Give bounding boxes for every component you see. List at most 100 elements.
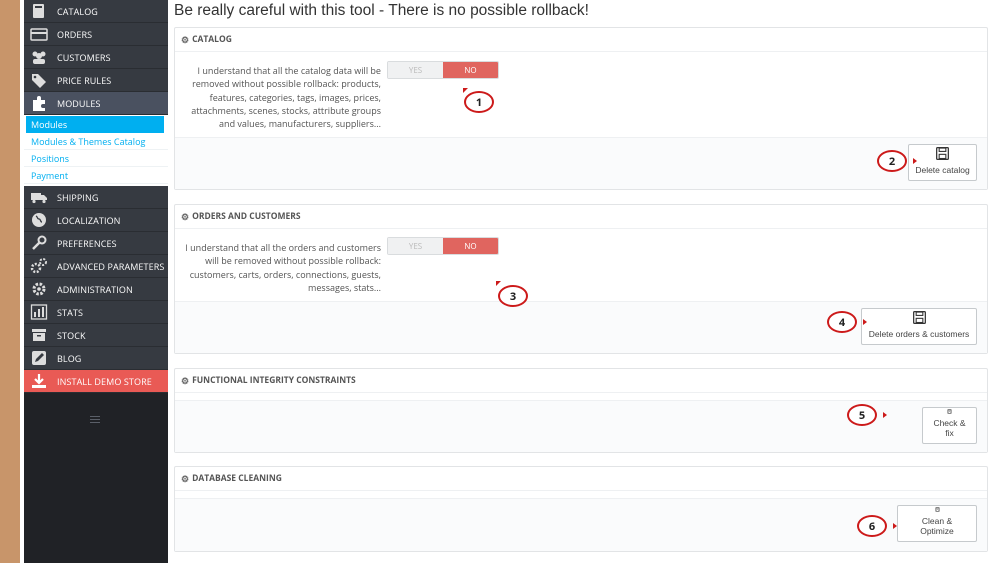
panel-title: DATABASE CLEANING bbox=[192, 473, 282, 484]
sidebar-item-label: BLOG bbox=[57, 351, 82, 365]
cogs-icon: ⚙ bbox=[181, 210, 190, 223]
price-rules-icon bbox=[29, 71, 49, 89]
sidebar-item-advanced-parameters[interactable]: ADVANCED PARAMETERS bbox=[24, 255, 168, 278]
sidebar-item-label: MODULES bbox=[57, 96, 101, 110]
page-title: Be really careful with this tool - There… bbox=[174, 2, 589, 19]
annotation-marker-5: 5 bbox=[847, 404, 877, 426]
advanced-parameters-icon bbox=[29, 257, 49, 275]
toggle-yes[interactable]: YES bbox=[388, 238, 443, 254]
delete-orders-customers-button[interactable]: Delete orders & customers bbox=[861, 308, 977, 345]
sidebar-item-label: ADMINISTRATION bbox=[57, 282, 133, 296]
catalog-panel: ⚙ CATALOG I understand that all the cata… bbox=[174, 27, 988, 190]
save-icon bbox=[934, 507, 940, 512]
sidebar-item-label: INSTALL DEMO STORE bbox=[57, 374, 152, 388]
marker-arrow bbox=[913, 158, 917, 164]
sidebar-item-stats[interactable]: STATS bbox=[24, 301, 168, 324]
marker-pointer bbox=[463, 88, 468, 93]
panel-footer: Delete catalog bbox=[175, 137, 987, 189]
sidebar-collapse-icon[interactable] bbox=[90, 416, 100, 424]
panel-heading: ⚙ FUNCTIONAL INTEGRITY CONSTRAINTS bbox=[175, 369, 987, 393]
administration-icon bbox=[29, 280, 49, 298]
panel-title: ORDERS AND CUSTOMERS bbox=[192, 211, 301, 222]
database-cleaning-panel: ⚙ DATABASE CLEANING Clean & Optimize bbox=[174, 466, 988, 552]
submenu-item-themes-catalog[interactable]: Modules & Themes Catalog bbox=[24, 133, 168, 150]
modules-submenu: Modules Modules & Themes Catalog Positio… bbox=[24, 115, 168, 186]
app-frame: CATALOG ORDERS CUSTOMERS PRICE RULES MOD… bbox=[20, 0, 1000, 563]
panel-heading: ⚙ DATABASE CLEANING bbox=[175, 467, 987, 491]
clean-optimize-button[interactable]: Clean & Optimize bbox=[897, 505, 977, 542]
sidebar-item-label: ADVANCED PARAMETERS bbox=[57, 259, 165, 273]
preferences-icon bbox=[29, 234, 49, 252]
install-icon bbox=[29, 372, 49, 390]
sidebar-item-customers[interactable]: CUSTOMERS bbox=[24, 46, 168, 69]
cogs-icon: ⚙ bbox=[181, 33, 190, 46]
main-content: Be really careful with this tool - There… bbox=[174, 0, 1000, 563]
sidebar-item-label: LOCALIZATION bbox=[57, 213, 121, 227]
submenu-item-payment[interactable]: Payment bbox=[24, 167, 168, 184]
save-icon bbox=[947, 409, 952, 414]
panel-footer: Delete orders & customers bbox=[175, 301, 987, 353]
marker-arrow bbox=[863, 319, 867, 325]
sidebar-item-blog[interactable]: BLOG bbox=[24, 347, 168, 370]
button-label: Delete orders & customers bbox=[868, 329, 970, 339]
sidebar-item-orders[interactable]: ORDERS bbox=[24, 23, 168, 46]
button-label: Delete catalog bbox=[915, 165, 970, 175]
marker-pointer bbox=[496, 281, 501, 286]
shipping-icon bbox=[29, 188, 49, 206]
save-icon bbox=[936, 147, 949, 160]
sidebar-item-localization[interactable]: LOCALIZATION bbox=[24, 209, 168, 232]
orders-confirm-toggle: YES NO bbox=[387, 237, 499, 255]
marker-arrow bbox=[893, 523, 897, 529]
sidebar-item-stock[interactable]: STOCK bbox=[24, 324, 168, 347]
catalog-confirm-toggle: YES NO bbox=[387, 61, 499, 79]
orders-icon bbox=[29, 25, 49, 43]
sidebar-item-label: PREFERENCES bbox=[57, 236, 117, 250]
sidebar-item-preferences[interactable]: PREFERENCES bbox=[24, 232, 168, 255]
save-icon bbox=[912, 311, 926, 324]
marker-arrow bbox=[883, 412, 887, 418]
sidebar-item-price-rules[interactable]: PRICE RULES bbox=[24, 69, 168, 92]
sidebar-item-shipping[interactable]: SHIPPING bbox=[24, 186, 168, 209]
delete-catalog-button[interactable]: Delete catalog bbox=[908, 144, 977, 181]
annotation-marker-1: 1 bbox=[464, 91, 494, 113]
annotation-marker-6: 6 bbox=[857, 515, 887, 537]
cogs-icon: ⚙ bbox=[181, 472, 190, 485]
annotation-marker-3: 3 bbox=[498, 285, 528, 307]
catalog-icon bbox=[29, 2, 49, 20]
toggle-no[interactable]: NO bbox=[443, 238, 498, 254]
localization-icon bbox=[29, 211, 49, 229]
submenu-item-modules[interactable]: Modules bbox=[26, 116, 164, 133]
customers-icon bbox=[29, 48, 49, 66]
blog-icon bbox=[29, 349, 49, 367]
cogs-icon: ⚙ bbox=[181, 374, 190, 387]
catalog-warning-text: I understand that all the catalog data w… bbox=[191, 64, 381, 131]
sidebar-item-label: STOCK bbox=[57, 328, 86, 342]
modules-icon bbox=[29, 94, 49, 112]
annotation-marker-2: 2 bbox=[877, 150, 907, 172]
sidebar-item-label: STATS bbox=[57, 305, 83, 319]
stock-icon bbox=[29, 326, 49, 344]
sidebar-item-label: CUSTOMERS bbox=[57, 50, 111, 64]
button-label: Check & fix bbox=[933, 418, 966, 438]
panel-heading: ⚙ ORDERS AND CUSTOMERS bbox=[175, 205, 987, 229]
submenu-item-positions[interactable]: Positions bbox=[24, 150, 168, 167]
sidebar-item-label: CATALOG bbox=[57, 4, 98, 18]
toggle-yes[interactable]: YES bbox=[388, 62, 443, 78]
panel-title: FUNCTIONAL INTEGRITY CONSTRAINTS bbox=[192, 375, 356, 386]
panel-heading: ⚙ CATALOG bbox=[175, 28, 987, 52]
toggle-no[interactable]: NO bbox=[443, 62, 498, 78]
orders-warning-text: I understand that all the orders and cus… bbox=[185, 241, 381, 294]
button-label: Clean & Optimize bbox=[920, 516, 954, 536]
sidebar-item-administration[interactable]: ADMINISTRATION bbox=[24, 278, 168, 301]
check-fix-button[interactable]: Check & fix bbox=[922, 407, 977, 444]
sidebar-item-label: ORDERS bbox=[57, 27, 93, 41]
sidebar-item-label: SHIPPING bbox=[57, 190, 99, 204]
sidebar-item-modules[interactable]: MODULES bbox=[24, 92, 168, 115]
annotation-marker-4: 4 bbox=[827, 311, 857, 333]
sidebar-item-install-demo-store[interactable]: INSTALL DEMO STORE bbox=[24, 370, 168, 393]
sidebar: CATALOG ORDERS CUSTOMERS PRICE RULES MOD… bbox=[24, 0, 168, 563]
sidebar-item-catalog[interactable]: CATALOG bbox=[24, 0, 168, 23]
orders-customers-panel: ⚙ ORDERS AND CUSTOMERS I understand that… bbox=[174, 204, 988, 354]
stats-icon bbox=[29, 303, 49, 321]
panel-title: CATALOG bbox=[192, 34, 232, 45]
